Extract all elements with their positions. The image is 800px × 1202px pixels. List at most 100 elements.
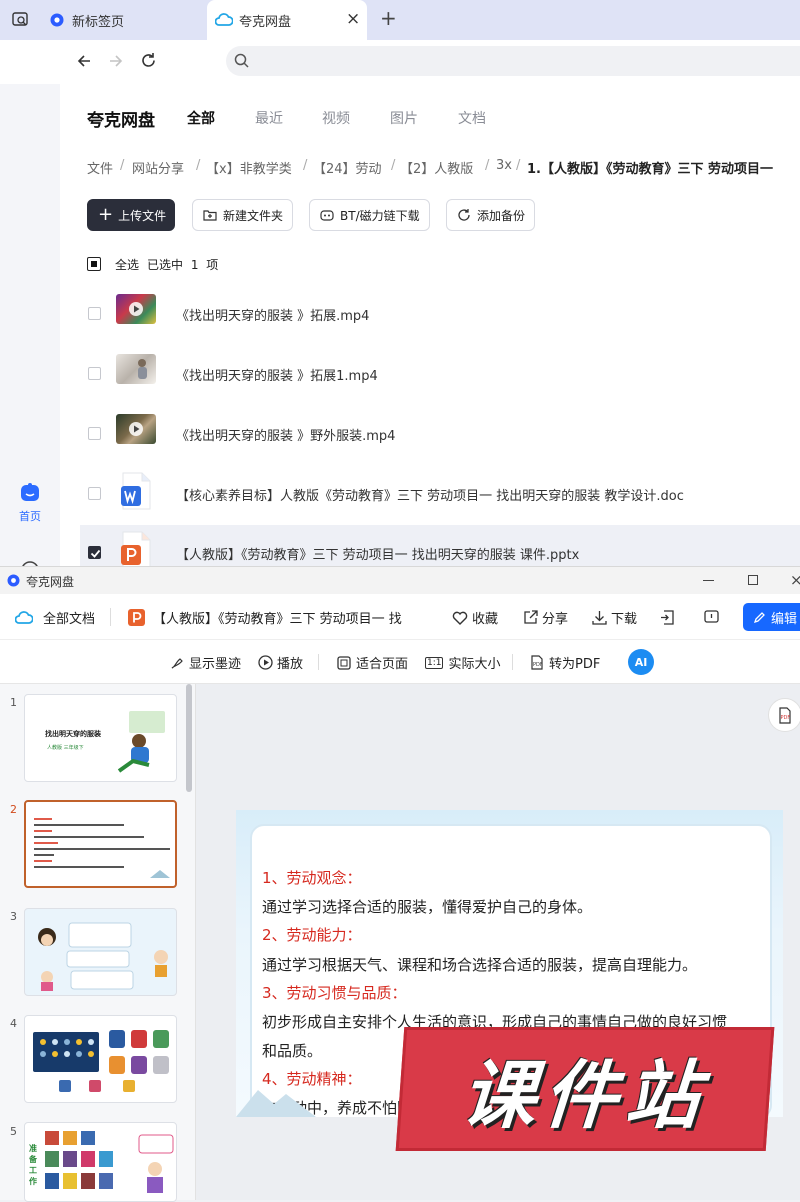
download-label: 下载 bbox=[611, 612, 638, 627]
favorite-button[interactable]: 收藏 bbox=[452, 608, 498, 627]
cloud-icon bbox=[15, 610, 33, 625]
pdf-icon: PDF bbox=[530, 655, 544, 670]
mountain-decoration bbox=[236, 1090, 316, 1117]
upload-button[interactable]: + 上传文件 bbox=[87, 199, 175, 231]
breadcrumb-item[interactable]: 【2】人教版 bbox=[400, 158, 473, 177]
watermark-text: 课件站 bbox=[458, 1052, 711, 1139]
back-arrow-icon[interactable] bbox=[76, 53, 92, 69]
slide-text: 通过学习根据天气、课程和场合选择合适的服装，提高自理能力。 bbox=[262, 956, 698, 974]
viewer-top-toolbar: 全部文档 【人教版】《劳动教育》三下 劳动项目一 找 收藏 分享 下载 编辑 bbox=[0, 594, 800, 640]
file-checkbox-checked[interactable] bbox=[88, 546, 101, 559]
thumb-title: 找出明天穿的服装 bbox=[45, 730, 101, 738]
file-checkbox[interactable] bbox=[88, 487, 101, 500]
file-name[interactable]: 【人教版】《劳动教育》三下 劳动项目一 找出明天穿的服装 课件.pptx bbox=[176, 544, 579, 563]
word-file-icon bbox=[120, 472, 152, 510]
breadcrumb-separator: / bbox=[516, 158, 521, 173]
file-name[interactable]: 【核心素养目标】人教版《劳动教育》三下 劳动项目一 找出明天穿的服装 教学设计.… bbox=[176, 485, 684, 504]
tab-label: 夸克网盘 bbox=[239, 14, 292, 30]
feedback-icon[interactable] bbox=[704, 610, 719, 625]
to-pdf-label: 转为PDF bbox=[549, 657, 601, 672]
thumbnail-scrollbar[interactable] bbox=[186, 684, 192, 792]
file-checkbox[interactable] bbox=[88, 307, 101, 320]
close-window-icon[interactable]: × bbox=[790, 571, 800, 589]
ppt-file-icon bbox=[120, 531, 152, 569]
breadcrumb-item[interactable]: 【24】劳动 bbox=[313, 158, 382, 177]
tab-all[interactable]: 全部 bbox=[187, 108, 215, 128]
slide-thumbnail[interactable] bbox=[24, 1015, 177, 1103]
tab-docs[interactable]: 文档 bbox=[458, 108, 486, 128]
open-external-icon[interactable] bbox=[660, 610, 675, 625]
toolbar-divider bbox=[318, 654, 319, 670]
plus-icon: + bbox=[98, 204, 114, 225]
close-icon[interactable]: × bbox=[346, 9, 360, 29]
tab-image[interactable]: 图片 bbox=[390, 108, 418, 128]
fit-page-button[interactable]: 适合页面 bbox=[337, 653, 408, 672]
tab-label: 新标签页 bbox=[72, 14, 125, 30]
reload-icon[interactable] bbox=[140, 52, 157, 69]
ai-assistant-icon[interactable]: AI bbox=[628, 649, 654, 675]
bt-download-button[interactable]: BT/磁力链下载 bbox=[309, 199, 430, 231]
thumb-subtitle: 人教版 三年级下 bbox=[47, 745, 84, 751]
download-button[interactable]: 下载 bbox=[592, 608, 637, 627]
slide-thumbnail[interactable]: 准备工作 bbox=[24, 1122, 177, 1202]
file-checkbox[interactable] bbox=[88, 427, 101, 440]
file-row[interactable]: 《找出明天穿的服装 》野外服装.mp4 bbox=[80, 406, 800, 462]
file-checkbox[interactable] bbox=[88, 367, 101, 380]
tab-video[interactable]: 视频 bbox=[322, 108, 350, 128]
file-row[interactable]: 《找出明天穿的服装 》拓展1.mp4 bbox=[80, 346, 800, 402]
share-icon bbox=[523, 610, 538, 625]
file-name[interactable]: 《找出明天穿的服装 》拓展1.mp4 bbox=[176, 365, 378, 384]
slide-thumbnail[interactable] bbox=[24, 908, 177, 996]
rail-home[interactable]: 首页 bbox=[14, 482, 46, 524]
thumb5-label: 准备工作 bbox=[29, 1144, 37, 1186]
browser-nav-bar bbox=[0, 40, 800, 84]
viewer-window-title: 夸克网盘 bbox=[26, 575, 75, 589]
select-all-checkbox[interactable] bbox=[87, 257, 101, 271]
breadcrumb-item[interactable]: 网站分享 bbox=[132, 158, 184, 177]
breadcrumb-item[interactable]: 文件 bbox=[87, 158, 113, 177]
share-label: 分享 bbox=[542, 612, 569, 627]
pencil-icon bbox=[753, 611, 766, 624]
edit-button[interactable]: 编辑 bbox=[743, 603, 800, 631]
select-all-label[interactable]: 全选 bbox=[115, 256, 139, 273]
new-folder-button[interactable]: 新建文件夹 bbox=[192, 199, 293, 231]
file-row[interactable]: 《找出明天穿的服装 》拓展.mp4 bbox=[80, 286, 800, 342]
actual-size-button[interactable]: 1:1 实际大小 bbox=[425, 653, 501, 672]
share-button[interactable]: 分享 bbox=[523, 608, 568, 627]
folder-plus-icon bbox=[203, 209, 217, 221]
maximize-icon[interactable] bbox=[748, 575, 758, 585]
slide-thumbnail-active[interactable] bbox=[24, 800, 177, 888]
tab-new-tab[interactable]: 新标签页 bbox=[40, 0, 205, 40]
all-docs-link[interactable]: 全部文档 bbox=[15, 608, 95, 627]
tab-recent[interactable]: 最近 bbox=[255, 108, 283, 128]
show-ink-button[interactable]: 显示墨迹 bbox=[170, 653, 241, 672]
slide-thumbnail-panel: 1 找出明天穿的服装 人教版 三年级下 2 3 4 5 准备工作 bbox=[0, 684, 196, 1202]
actual-size-icon: 1:1 bbox=[425, 656, 444, 669]
forward-arrow-icon[interactable] bbox=[108, 53, 124, 69]
left-rail: 首页 bbox=[0, 84, 60, 570]
slide-text: 和品质。 bbox=[262, 1042, 323, 1060]
slide-heading: 2、劳动能力： bbox=[262, 926, 362, 944]
toolbar-divider bbox=[512, 654, 513, 670]
address-bar[interactable] bbox=[226, 46, 800, 76]
breadcrumb-separator: / bbox=[303, 158, 308, 173]
breadcrumb-separator: / bbox=[391, 158, 396, 173]
video-thumbnail bbox=[116, 294, 156, 324]
to-pdf-button[interactable]: PDF 转为PDF bbox=[530, 653, 600, 672]
breadcrumb-item[interactable]: 【x】非教学类 bbox=[206, 158, 292, 177]
new-tab-button[interactable]: + bbox=[380, 6, 397, 30]
slide-thumbnail[interactable]: 找出明天穿的服装 人教版 三年级下 bbox=[24, 694, 177, 782]
breadcrumb-item[interactable]: 3x bbox=[496, 158, 512, 173]
address-input[interactable] bbox=[256, 50, 776, 72]
minimize-icon[interactable] bbox=[703, 580, 714, 581]
file-row[interactable]: 【核心素养目标】人教版《劳动教育》三下 劳动项目一 找出明天穿的服装 教学设计.… bbox=[80, 466, 800, 522]
tab-quark-pan[interactable]: 夸克网盘 × bbox=[207, 0, 367, 40]
browser-logo-icon bbox=[50, 13, 64, 27]
selected-count: 已选中 1 项 bbox=[147, 258, 219, 272]
tab-list-icon[interactable] bbox=[12, 11, 29, 28]
file-name[interactable]: 《找出明天穿的服装 》拓展.mp4 bbox=[176, 305, 369, 324]
pdf-export-float-icon[interactable]: PDF bbox=[768, 698, 800, 732]
add-backup-button[interactable]: 添加备份 bbox=[446, 199, 535, 231]
file-name[interactable]: 《找出明天穿的服装 》野外服装.mp4 bbox=[176, 425, 395, 444]
play-button[interactable]: 播放 bbox=[258, 653, 303, 672]
